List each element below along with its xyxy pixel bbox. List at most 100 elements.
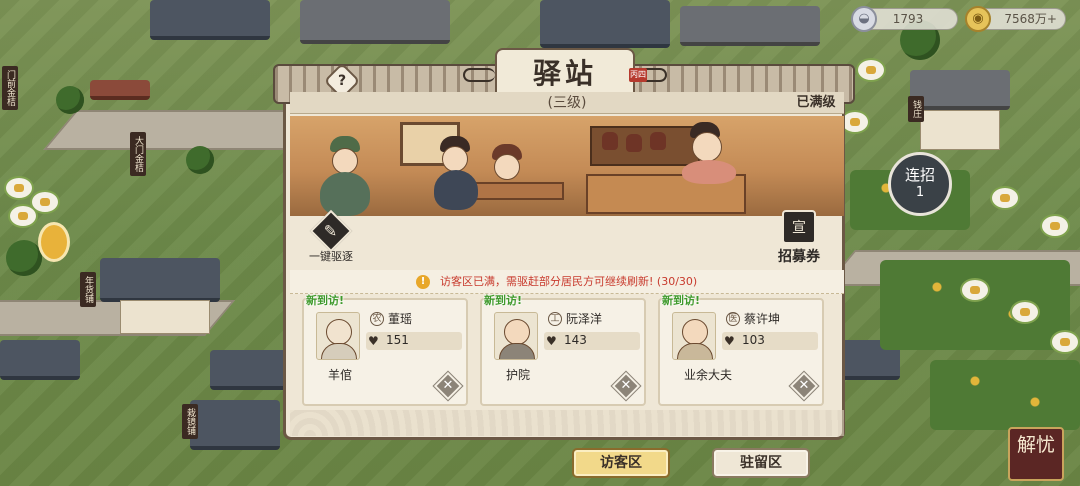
visitor-name: 阮泽洋 [566,312,603,326]
stat-bar: ♥ 151 [366,332,462,350]
gold-counter[interactable]: ◉ 7568万+ [965,6,1066,32]
gold-coin-icon: ◉ [965,6,991,32]
stat-value: 143 [564,333,587,347]
portrait-body [499,343,535,359]
harvest-bubble[interactable] [856,58,886,82]
silver-counter[interactable]: ◒ 1793 [851,6,958,32]
sign-qianzhuang[interactable]: 钱庄 [908,96,924,122]
dismiss-visitor-button[interactable]: ✕ [788,370,820,402]
scene-table [468,182,564,200]
visitor-card[interactable]: 新到访! 工 阮泽洋 ♥ 143 护院 ✕ [480,294,646,406]
flowerbed [880,260,1070,350]
portrait-head [504,319,530,345]
visitor-occupation: 护院 [506,368,531,382]
gate-roof[interactable] [90,80,150,100]
dialog-body: (三级) 已满级 ✎ 一键驱逐 宣 招募券 ! 访客区已满，需驱赶部分居民方可继… [283,92,845,478]
visitor-list: 新到访! 农 董瑶 ♥ 151 羊倌 ✕ 新到访! 工 阮泽洋 ♥ 143 护院… [302,294,832,408]
visitor-portrait [672,312,716,360]
resident-area-tab[interactable]: 驻留区 [712,448,810,478]
heart-icon: ♥ [368,334,379,348]
warning-icon: ! [416,275,430,289]
building-roof[interactable] [680,6,820,46]
guest-figure [494,154,520,180]
heart-icon: ♥ [546,334,557,348]
title-seal: 丙四 [629,68,647,82]
building-roof[interactable] [540,0,670,48]
new-arrival-badge: 新到访! [484,294,523,307]
innkeeper-figure [692,132,722,162]
innkeeper-figure [682,160,736,184]
visitor-card[interactable]: 新到访! 医 蔡许坤 ♥ 103 业余大夫 ✕ [658,294,824,406]
combo-recruit-button[interactable]: 连招 1 [888,152,952,216]
visitor-occupation: 业余大夫 [684,368,733,382]
shop-roof[interactable] [100,258,220,302]
harvest-bubble[interactable] [1010,300,1040,324]
building-roof[interactable] [300,0,450,44]
heart-icon: ♥ [724,334,735,348]
close-icon: ✕ [798,378,810,393]
recruit-voucher-button[interactable]: 宣 招募券 [766,210,832,266]
sign-nianhuopu[interactable]: 年货铺 [80,272,96,307]
harvest-bubble[interactable] [4,176,34,200]
shop-wall [120,300,210,334]
portrait-body [321,343,357,359]
portrait-head [326,319,352,345]
close-icon: ✕ [442,378,454,393]
harvest-bubble[interactable] [8,204,38,228]
dismiss-visitor-button[interactable]: ✕ [432,370,464,402]
profession-tag: 工 [548,312,562,326]
broom-icon: ✎ [309,209,353,253]
building-roof[interactable] [150,0,270,40]
harvest-bubble[interactable] [960,278,990,302]
help-icon: ? [337,73,347,89]
combo-label: 连招 [904,166,935,184]
building-roof[interactable] [210,350,290,390]
bank-wall [920,110,1000,150]
visitor-card[interactable]: 新到访! 农 董瑶 ♥ 151 羊倌 ✕ [302,294,468,406]
silver-ingot-icon: ◒ [851,6,877,32]
sign-shop[interactable]: 栽镜铺 [182,404,198,439]
visitor-area-tab[interactable]: 访客区 [572,448,670,478]
new-arrival-badge: 新到访! [306,294,345,307]
guest-figure [320,172,370,216]
stall-roof[interactable] [0,340,80,380]
recruit-voucher-label: 招募券 [778,249,820,265]
harvest-bubble[interactable] [990,186,1020,210]
gold-value: 7568万+ [1004,12,1057,26]
sign-menqian-jinju[interactable]: 门前金桔 [2,66,18,110]
max-level-badge: 已满级 [786,92,846,114]
profession-tag: 农 [370,312,384,326]
jieyou-button[interactable]: 解忧 [1008,427,1064,481]
scene-jar [626,134,642,152]
tree [186,146,214,174]
profession-tag: 医 [726,312,740,326]
visitor-name: 董瑶 [388,312,413,326]
scene-jar [650,132,666,150]
flowerbed [930,360,1080,430]
visitor-name: 蔡许坤 [744,312,781,326]
harvest-bubble[interactable] [1050,330,1080,354]
inn-scene [290,116,844,216]
building-roof[interactable] [190,400,280,450]
bank-roof[interactable] [910,70,1010,110]
dismiss-visitor-button[interactable]: ✕ [610,370,642,402]
harvest-bubble[interactable] [1040,214,1070,238]
sign-damen-jinju[interactable]: 大门金桔 [130,132,146,176]
stat-bar: ♥ 103 [722,332,818,350]
guest-figure [434,170,478,210]
guest-figure [442,146,468,172]
scene-jar [602,132,618,150]
expel-all-button[interactable]: ✎ 一键驱逐 [304,209,358,264]
guest-figure [332,148,358,174]
visitor-portrait [494,312,538,360]
portrait-head [682,319,708,345]
close-icon: ✕ [620,378,632,393]
event-coin-icon[interactable] [38,222,70,262]
tree [56,86,84,114]
level-label: (三级) [290,92,844,114]
visitor-occupation: 羊倌 [328,368,353,382]
silver-value: 1793 [892,12,924,26]
tree [6,240,42,276]
stat-bar: ♥ 143 [544,332,640,350]
notice-text: 访客区已满，需驱赶部分居民方可继续刷新! (30/30) [440,275,698,288]
